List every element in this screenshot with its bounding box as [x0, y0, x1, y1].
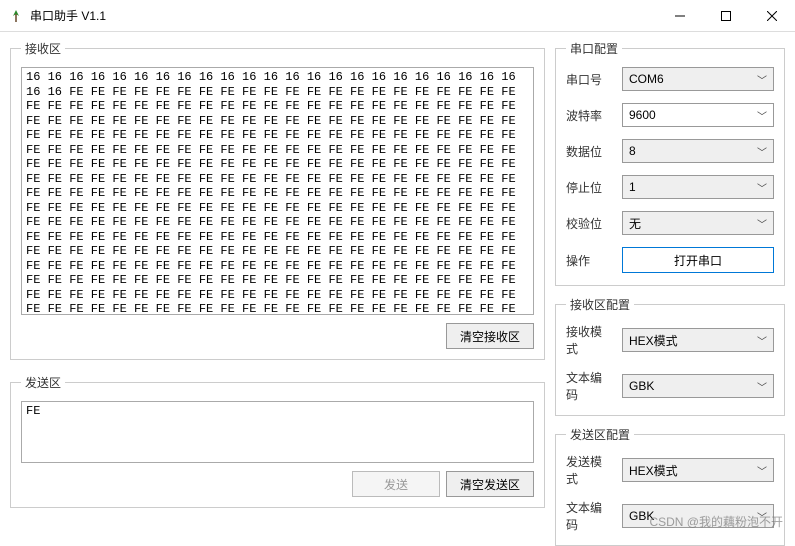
port-label: 串口号	[566, 71, 612, 88]
action-label: 操作	[566, 252, 612, 269]
clear-send-button[interactable]: 清空发送区	[446, 471, 534, 497]
clear-receive-button[interactable]: 清空接收区	[446, 323, 534, 349]
recv-mode-select[interactable]: HEX模式﹀	[622, 328, 774, 352]
stopbits-select[interactable]: 1﹀	[622, 175, 774, 199]
port-config-group: 串口配置 串口号 COM6﹀ 波特率 9600﹀ 数据位 8﹀ 停止位 1﹀ 校…	[555, 40, 785, 286]
chevron-down-icon: ﹀	[757, 72, 767, 87]
databits-label: 数据位	[566, 143, 612, 160]
send-legend: 发送区	[21, 374, 65, 391]
window-title: 串口助手 V1.1	[30, 7, 657, 24]
receive-area-group: 接收区 16 16 16 16 16 16 16 16 16 16 16 16 …	[10, 40, 545, 360]
chevron-down-icon: ﹀	[757, 180, 767, 195]
chevron-down-icon: ﹀	[757, 509, 767, 524]
open-port-button[interactable]: 打开串口	[622, 247, 774, 273]
minimize-button[interactable]	[657, 0, 703, 32]
recv-encoding-label: 文本编码	[566, 369, 612, 403]
baud-label: 波特率	[566, 107, 612, 124]
parity-select[interactable]: 无﹀	[622, 211, 774, 235]
receive-legend: 接收区	[21, 40, 65, 57]
chevron-down-icon: ﹀	[757, 216, 767, 231]
receive-textarea[interactable]: 16 16 16 16 16 16 16 16 16 16 16 16 16 1…	[21, 67, 534, 315]
port-select[interactable]: COM6﹀	[622, 67, 774, 91]
chevron-down-icon: ﹀	[757, 463, 767, 478]
send-encoding-select[interactable]: GBK﹀	[622, 504, 774, 528]
send-config-group: 发送区配置 发送模式 HEX模式﹀ 文本编码 GBK﹀	[555, 426, 785, 546]
send-mode-select[interactable]: HEX模式﹀	[622, 458, 774, 482]
recv-mode-label: 接收模式	[566, 323, 612, 357]
recv-encoding-select[interactable]: GBK﹀	[622, 374, 774, 398]
databits-select[interactable]: 8﹀	[622, 139, 774, 163]
send-encoding-label: 文本编码	[566, 499, 612, 533]
send-area-group: 发送区 FE 发送 清空发送区	[10, 374, 545, 508]
chevron-down-icon: ﹀	[757, 333, 767, 348]
recv-config-legend: 接收区配置	[566, 296, 634, 313]
recv-config-group: 接收区配置 接收模式 HEX模式﹀ 文本编码 GBK﹀	[555, 296, 785, 416]
port-config-legend: 串口配置	[566, 40, 622, 57]
titlebar: 串口助手 V1.1	[0, 0, 795, 32]
baud-select[interactable]: 9600﹀	[622, 103, 774, 127]
send-button[interactable]: 发送	[352, 471, 440, 497]
close-button[interactable]	[749, 0, 795, 32]
send-textarea[interactable]: FE	[21, 401, 534, 463]
send-mode-label: 发送模式	[566, 453, 612, 487]
app-icon	[8, 8, 24, 24]
chevron-down-icon: ﹀	[757, 108, 767, 123]
send-config-legend: 发送区配置	[566, 426, 634, 443]
chevron-down-icon: ﹀	[757, 379, 767, 394]
chevron-down-icon: ﹀	[757, 144, 767, 159]
maximize-button[interactable]	[703, 0, 749, 32]
stopbits-label: 停止位	[566, 179, 612, 196]
parity-label: 校验位	[566, 215, 612, 232]
